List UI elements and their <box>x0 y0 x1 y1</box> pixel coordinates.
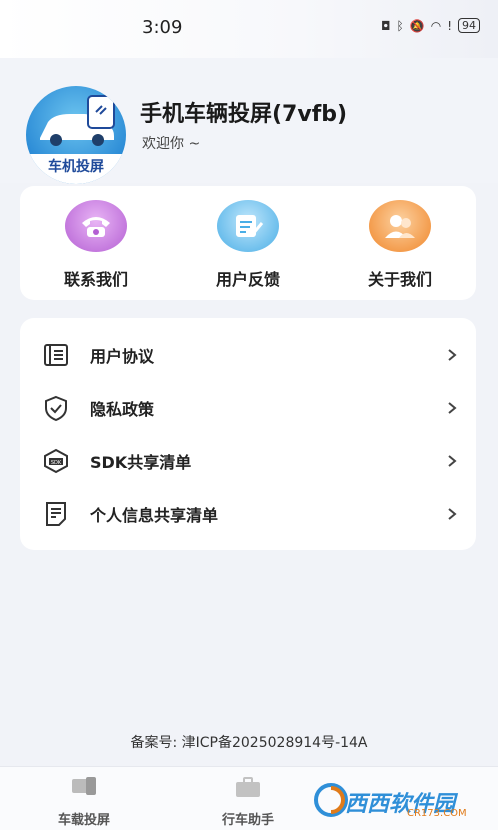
briefcase-icon <box>236 777 260 797</box>
about-us-button[interactable]: 关于我们 <box>340 200 460 290</box>
status-time: 3:09 <box>142 17 183 38</box>
bluetooth-icon: ᛒ <box>396 18 404 33</box>
app-title: 手机车辆投屏(7vfb) <box>140 102 348 127</box>
menu-item-label: 隐私政策 <box>90 399 155 419</box>
chevron-right-icon <box>448 454 457 467</box>
chevron-right-icon <box>448 401 457 414</box>
menu-item-privacy-policy[interactable]: 隐私政策 <box>20 381 476 434</box>
chevron-right-icon <box>448 507 457 520</box>
shield-icon <box>45 395 67 421</box>
svg-text:SDK: SDK <box>51 460 62 466</box>
menu-item-personal-info-list[interactable]: 个人信息共享清单 <box>20 487 476 540</box>
about-us-label: 关于我们 <box>367 270 432 289</box>
document-icon <box>44 343 68 366</box>
battery-indicator: 94 <box>458 18 480 33</box>
app-logo: 车机投屏 <box>26 86 126 184</box>
sdk-icon: SDK <box>44 448 68 473</box>
feedback-button[interactable]: 用户反馈 <box>188 200 308 290</box>
about-icon <box>369 200 431 252</box>
quick-actions-card: 联系我们 用户反馈 关于我们 <box>20 186 476 300</box>
alert-icon: ! <box>447 18 452 33</box>
watermark-logo: 西西软件园 CR173.COM <box>311 780 486 820</box>
welcome-text: 欢迎你 ~ <box>142 136 201 152</box>
feedback-label: 用户反馈 <box>215 270 280 289</box>
feedback-icon <box>217 200 279 252</box>
contact-us-label: 联系我们 <box>63 270 128 289</box>
menu-item-user-agreement[interactable]: 用户协议 <box>20 328 476 381</box>
menu-item-label: 个人信息共享清单 <box>90 505 219 525</box>
car-logo-icon <box>40 95 115 146</box>
contact-us-button[interactable]: 联系我们 <box>36 200 156 290</box>
menu-item-label: 用户协议 <box>90 346 155 366</box>
note-icon <box>46 501 66 526</box>
car-screen-icon <box>72 777 96 795</box>
tab-label: 车载投屏 <box>57 813 110 828</box>
status-bar: 3:09 ◘ ᛒ 🔕 ◠ ! 94 <box>0 0 498 58</box>
menu-item-label: SDK共享清单 <box>90 452 192 472</box>
mute-icon: 🔕 <box>409 18 425 33</box>
watermark-subtext: CR173.COM <box>407 808 467 819</box>
icp-record[interactable]: 备案号: 津ICP备2025028914号-14A <box>0 732 498 752</box>
profile-header: 车机投屏 手机车辆投屏(7vfb) 欢迎你 ~ <box>0 58 498 184</box>
chevron-right-icon <box>448 348 457 361</box>
tab-label: 行车助手 <box>221 813 274 828</box>
tab-car-screen[interactable]: 车载投屏 <box>34 775 134 828</box>
logo-text: 车机投屏 <box>26 154 126 184</box>
wifi-icon: ◠ <box>430 18 442 33</box>
menu-item-sdk-list[interactable]: SDK SDK共享清单 <box>20 434 476 487</box>
phone-icon <box>65 200 127 252</box>
nfc-icon: ◘ <box>381 18 391 33</box>
status-icons: ◘ ᛒ 🔕 ◠ ! 94 <box>381 18 480 33</box>
tab-driving-assistant[interactable]: 行车助手 <box>198 775 298 828</box>
settings-list: 用户协议 隐私政策 SDK SDK共享清单 个人信息共享清单 <box>20 318 476 550</box>
